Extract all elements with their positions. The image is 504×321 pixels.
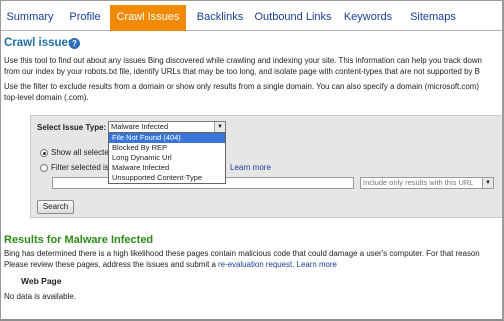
web-page-column-header: Web Page <box>21 276 62 286</box>
results-title: Results for Malware Infected <box>4 234 154 246</box>
instructions-text: Please review these pages, address the i… <box>4 260 219 269</box>
chevron-down-icon[interactable]: ▼ <box>214 122 225 132</box>
tab-crawl-issues[interactable]: Crawl Issues <box>110 5 186 31</box>
tab-outbound-links[interactable]: Outbound Links <box>253 5 333 30</box>
learn-more-link[interactable]: Learn more <box>230 163 271 172</box>
filter-help-line: top-level domain (.com). <box>4 93 89 102</box>
results-description: Bing has determined there is a high like… <box>4 249 480 258</box>
tab-backlinks[interactable]: Backlinks <box>190 5 250 30</box>
option-file-not-found[interactable]: File Not Found (404) <box>109 133 225 143</box>
results-instructions: Please review these pages, address the i… <box>4 260 502 270</box>
tab-keywords[interactable]: Keywords <box>339 5 397 30</box>
empty-message: No data is available. <box>4 292 77 301</box>
show-all-label: Show all selecte <box>51 148 109 157</box>
option-malware-infected[interactable]: Malware Infected <box>109 163 225 173</box>
chevron-down-icon[interactable]: ▼ <box>482 178 493 188</box>
include-mode-select[interactable]: Include only results with this URL ▼ <box>360 177 494 189</box>
tab-summary[interactable]: Summary <box>4 5 56 30</box>
page-title: Crawl issues <box>4 37 75 49</box>
tab-profile[interactable]: Profile <box>62 5 108 30</box>
issue-type-dropdown: File Not Found (404) Blocked By REP Long… <box>108 132 226 184</box>
include-mode-value: Include only results with this URL <box>363 178 474 187</box>
help-icon[interactable]: ? <box>69 38 80 49</box>
filter-help-line: Use the filter to exclude results from a… <box>4 82 479 91</box>
option-long-dynamic-url[interactable]: Long Dynamic Url <box>109 153 225 163</box>
show-all-radio[interactable] <box>40 149 48 157</box>
filter-selected-radio[interactable] <box>40 164 48 172</box>
tab-sitemaps[interactable]: Sitemaps <box>405 5 461 30</box>
description-line: Use this tool to find out about any issu… <box>4 56 482 65</box>
search-button[interactable]: Search <box>37 200 74 214</box>
issue-type-label: Select Issue Type: <box>37 123 107 132</box>
reevaluation-request-link[interactable]: re-evaluation request <box>218 260 292 269</box>
description-line: from our index by your robots.txt file, … <box>4 67 480 76</box>
tab-bar: Summary Profile Crawl Issues Backlinks O… <box>1 1 502 31</box>
option-blocked-by-rep[interactable]: Blocked By REP <box>109 143 225 153</box>
filter-selected-label: Filter selected is <box>51 163 109 172</box>
results-learn-more-link[interactable]: Learn more <box>297 260 337 269</box>
option-unsupported-content-type[interactable]: Unsupported Content-Type <box>109 173 225 183</box>
issue-type-value: Malware Infected <box>111 122 169 131</box>
